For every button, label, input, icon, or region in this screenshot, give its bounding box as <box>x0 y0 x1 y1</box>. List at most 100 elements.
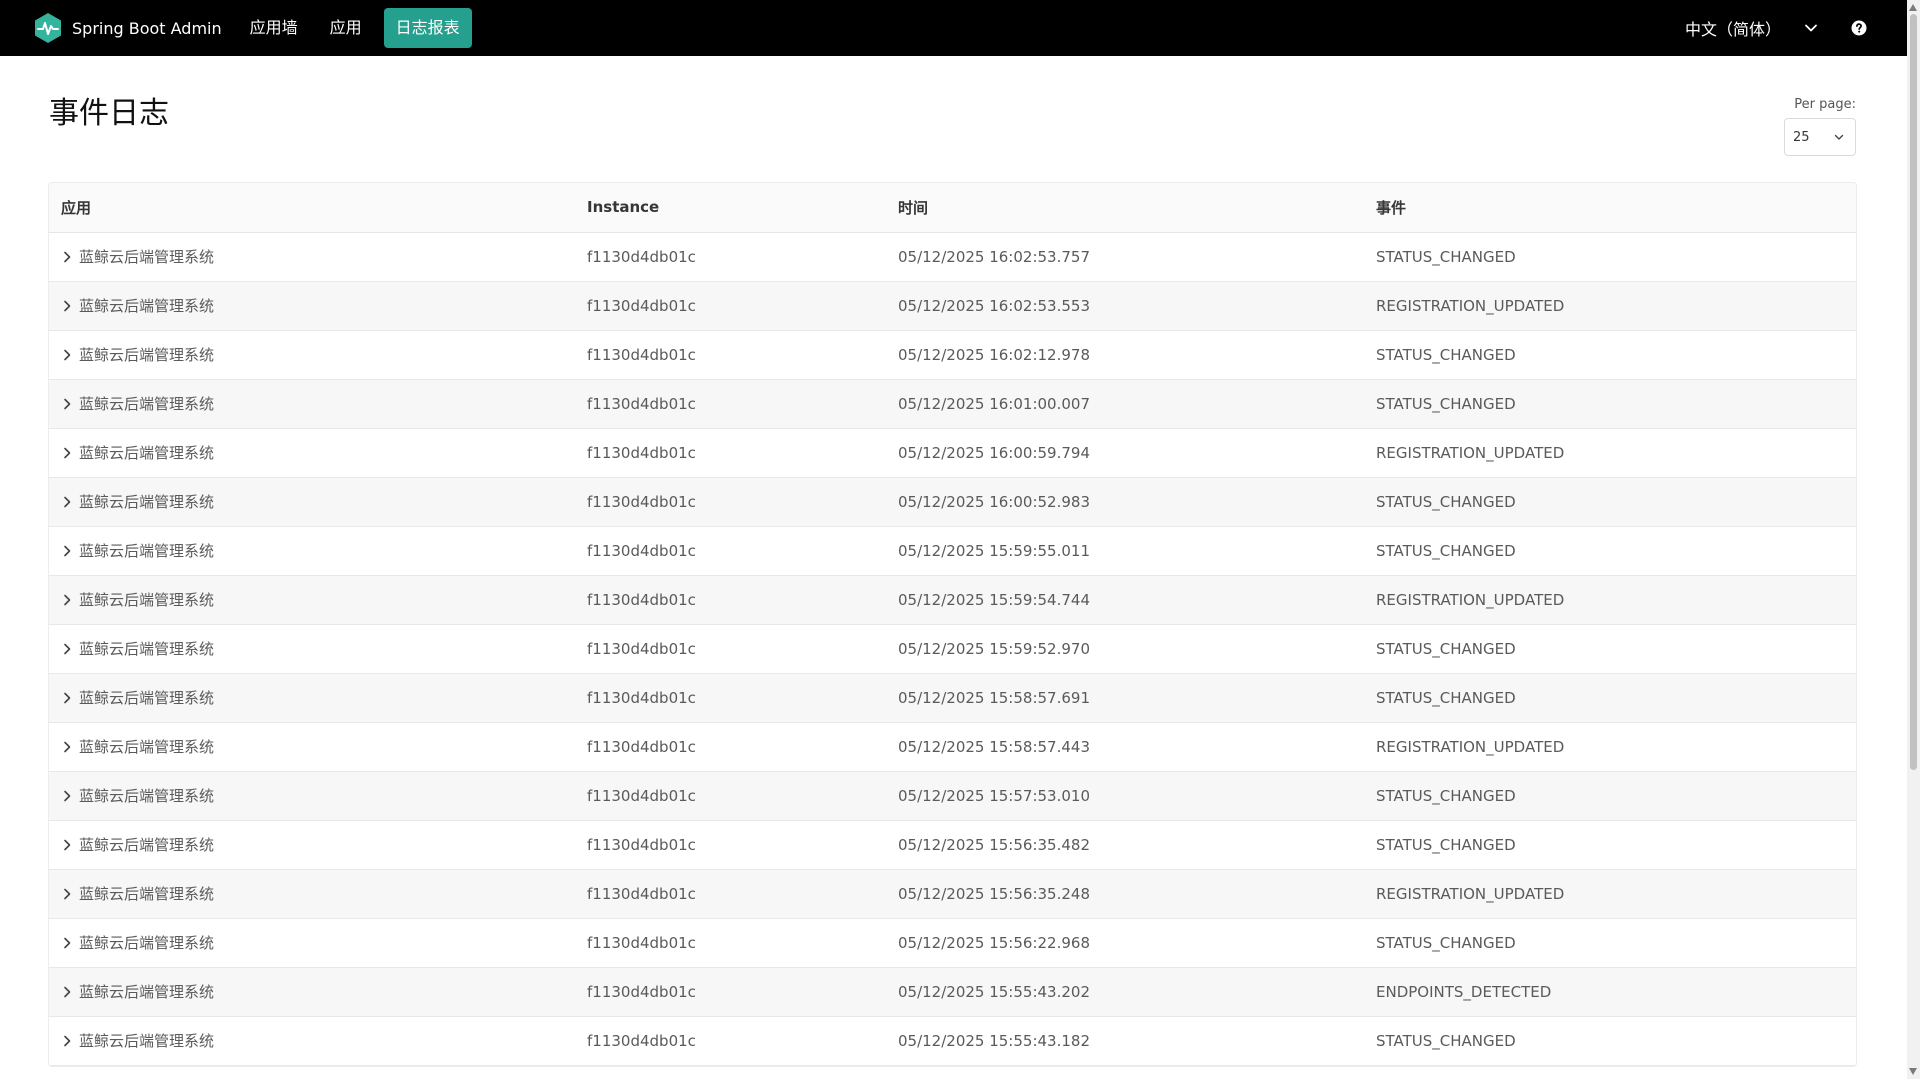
application-cell-content: 蓝鲸云后端管理系统 <box>61 834 575 855</box>
application-name: 蓝鲸云后端管理系统 <box>79 248 215 266</box>
cell-application: 蓝鲸云后端管理系统 <box>49 281 575 330</box>
cell-application: 蓝鲸云后端管理系统 <box>49 232 575 281</box>
navbar-right: 中文（简体） <box>1685 0 1867 56</box>
table-row[interactable]: 蓝鲸云后端管理系统 f1130d4db01c 05/12/2025 15:56:35… <box>49 869 1856 918</box>
scroll-up-arrow-icon[interactable] <box>1909 4 1917 11</box>
cell-time: 05/12/2025 15:59:55.011 <box>898 541 1090 560</box>
cell-time: 05/12/2025 16:00:52.983 <box>898 492 1090 511</box>
chevron-right-icon[interactable] <box>61 349 73 361</box>
application-name: 蓝鲸云后端管理系统 <box>79 738 215 756</box>
table-body: 蓝鲸云后端管理系统 f1130d4db01c 05/12/2025 16:02:53… <box>49 232 1856 1065</box>
cell-application: 蓝鲸云后端管理系统 <box>49 722 575 771</box>
chevron-right-icon[interactable] <box>61 594 73 606</box>
chevron-right-icon[interactable] <box>61 1035 73 1047</box>
cell-time: 05/12/2025 15:55:43.182 <box>898 1031 1090 1050</box>
table-row[interactable]: 蓝鲸云后端管理系统 f1130d4db01c 05/12/2025 15:59:54… <box>49 575 1856 624</box>
cell-event: STATUS_CHANGED <box>1376 1031 1516 1050</box>
application-cell-content: 蓝鲸云后端管理系统 <box>61 638 575 659</box>
cell-application: 蓝鲸云后端管理系统 <box>49 477 575 526</box>
cell-instance: f1130d4db01c <box>587 639 696 658</box>
table-row[interactable]: 蓝鲸云后端管理系统 f1130d4db01c 05/12/2025 16:02:53… <box>49 281 1856 330</box>
cell-instance: f1130d4db01c <box>587 737 696 756</box>
table-row[interactable]: 蓝鲸云后端管理系统 f1130d4db01c 05/12/2025 15:55:43… <box>49 1016 1856 1065</box>
chevron-right-icon[interactable] <box>61 398 73 410</box>
table-row[interactable]: 蓝鲸云后端管理系统 f1130d4db01c 05/12/2025 15:58:57… <box>49 673 1856 722</box>
application-name: 蓝鲸云后端管理系统 <box>79 787 215 805</box>
nav-item-wallboard[interactable]: 应用墙 <box>240 8 308 48</box>
spring-boot-admin-logo-icon <box>35 13 61 43</box>
nav-item-applications[interactable]: 应用 <box>320 8 372 48</box>
cell-event: STATUS_CHANGED <box>1376 492 1516 511</box>
table-header-row: 应用 Instance 时间 事件 <box>49 183 1856 233</box>
chevron-right-icon[interactable] <box>61 937 73 949</box>
cell-application: 蓝鲸云后端管理系统 <box>49 575 575 624</box>
application-cell-content: 蓝鲸云后端管理系统 <box>61 981 575 1002</box>
application-name: 蓝鲸云后端管理系统 <box>79 934 215 952</box>
cell-time: 05/12/2025 16:00:59.794 <box>898 443 1090 462</box>
application-name: 蓝鲸云后端管理系统 <box>79 983 215 1001</box>
table-row[interactable]: 蓝鲸云后端管理系统 f1130d4db01c 05/12/2025 16:02:53… <box>49 232 1856 281</box>
chevron-right-icon[interactable] <box>61 300 73 312</box>
chevron-right-icon[interactable] <box>61 741 73 753</box>
column-header-time: 时间 <box>886 183 1364 233</box>
table-row[interactable]: 蓝鲸云后端管理系统 f1130d4db01c 05/12/2025 16:00:59… <box>49 428 1856 477</box>
cell-instance: f1130d4db01c <box>587 345 696 364</box>
application-name: 蓝鲸云后端管理系统 <box>79 297 215 315</box>
cell-event: ENDPOINTS_DETECTED <box>1376 982 1552 1001</box>
cell-time: 05/12/2025 15:58:57.443 <box>898 737 1090 756</box>
table-row[interactable]: 蓝鲸云后端管理系统 f1130d4db01c 05/12/2025 15:59:55… <box>49 526 1856 575</box>
chevron-right-icon[interactable] <box>61 251 73 263</box>
application-cell-content: 蓝鲸云后端管理系统 <box>61 589 575 610</box>
per-page-select[interactable]: 25 <box>1784 118 1856 156</box>
table-row[interactable]: 蓝鲸云后端管理系统 f1130d4db01c 05/12/2025 16:02:12… <box>49 330 1856 379</box>
cell-event: REGISTRATION_UPDATED <box>1376 296 1565 315</box>
application-name: 蓝鲸云后端管理系统 <box>79 395 215 413</box>
cell-event: STATUS_CHANGED <box>1376 835 1516 854</box>
application-cell-content: 蓝鲸云后端管理系统 <box>61 442 575 463</box>
cell-instance: f1130d4db01c <box>587 688 696 707</box>
scroll-down-arrow-icon[interactable] <box>1909 1068 1917 1075</box>
table-row[interactable]: 蓝鲸云后端管理系统 f1130d4db01c 05/12/2025 15:57:53… <box>49 771 1856 820</box>
application-cell-content: 蓝鲸云后端管理系统 <box>61 491 575 512</box>
help-icon[interactable] <box>1851 20 1867 36</box>
application-name: 蓝鲸云后端管理系统 <box>79 493 215 511</box>
table-row[interactable]: 蓝鲸云后端管理系统 f1130d4db01c 05/12/2025 15:56:22… <box>49 918 1856 967</box>
nav-item-journal[interactable]: 日志报表 <box>383 8 472 48</box>
cell-event: STATUS_CHANGED <box>1376 786 1516 805</box>
application-cell-content: 蓝鲸云后端管理系统 <box>61 393 575 414</box>
application-cell-content: 蓝鲸云后端管理系统 <box>61 344 575 365</box>
cell-time: 05/12/2025 15:56:22.968 <box>898 933 1090 952</box>
table-row[interactable]: 蓝鲸云后端管理系统 f1130d4db01c 05/12/2025 16:01:00… <box>49 379 1856 428</box>
application-name: 蓝鲸云后端管理系统 <box>79 444 215 462</box>
application-name: 蓝鲸云后端管理系统 <box>79 346 215 364</box>
chevron-right-icon[interactable] <box>61 447 73 459</box>
application-cell-content: 蓝鲸云后端管理系统 <box>61 883 575 904</box>
table-row[interactable]: 蓝鲸云后端管理系统 f1130d4db01c 05/12/2025 15:58:57… <box>49 722 1856 771</box>
table-row[interactable]: 蓝鲸云后端管理系统 f1130d4db01c 05/12/2025 16:00:52… <box>49 477 1856 526</box>
cell-event: STATUS_CHANGED <box>1376 247 1516 266</box>
column-header-application: 应用 <box>49 183 575 233</box>
cell-instance: f1130d4db01c <box>587 492 696 511</box>
cell-application: 蓝鲸云后端管理系统 <box>49 526 575 575</box>
application-cell-content: 蓝鲸云后端管理系统 <box>61 540 575 561</box>
table-row[interactable]: 蓝鲸云后端管理系统 f1130d4db01c 05/12/2025 15:55:43… <box>49 967 1856 1016</box>
application-name: 蓝鲸云后端管理系统 <box>79 640 215 658</box>
language-selector[interactable]: 中文（简体） <box>1685 16 1819 40</box>
cell-application: 蓝鲸云后端管理系统 <box>49 379 575 428</box>
events-table: 应用 Instance 时间 事件 蓝鲸云后端管理系统 f1130d4db01c 0… <box>49 183 1856 1066</box>
scrollbar-thumb[interactable] <box>1910 14 1917 770</box>
chevron-right-icon[interactable] <box>61 692 73 704</box>
page-scrollbar[interactable] <box>1907 0 1920 1079</box>
chevron-right-icon[interactable] <box>61 496 73 508</box>
table-row[interactable]: 蓝鲸云后端管理系统 f1130d4db01c 05/12/2025 15:59:52… <box>49 624 1856 673</box>
chevron-right-icon[interactable] <box>61 545 73 557</box>
application-cell-content: 蓝鲸云后端管理系统 <box>61 932 575 953</box>
chevron-right-icon[interactable] <box>61 839 73 851</box>
brand-link[interactable]: Spring Boot Admin <box>32 0 222 56</box>
chevron-right-icon[interactable] <box>61 643 73 655</box>
chevron-right-icon[interactable] <box>61 986 73 998</box>
chevron-right-icon[interactable] <box>61 888 73 900</box>
application-name: 蓝鲸云后端管理系统 <box>79 885 215 903</box>
chevron-right-icon[interactable] <box>61 790 73 802</box>
table-row[interactable]: 蓝鲸云后端管理系统 f1130d4db01c 05/12/2025 15:56:35… <box>49 820 1856 869</box>
